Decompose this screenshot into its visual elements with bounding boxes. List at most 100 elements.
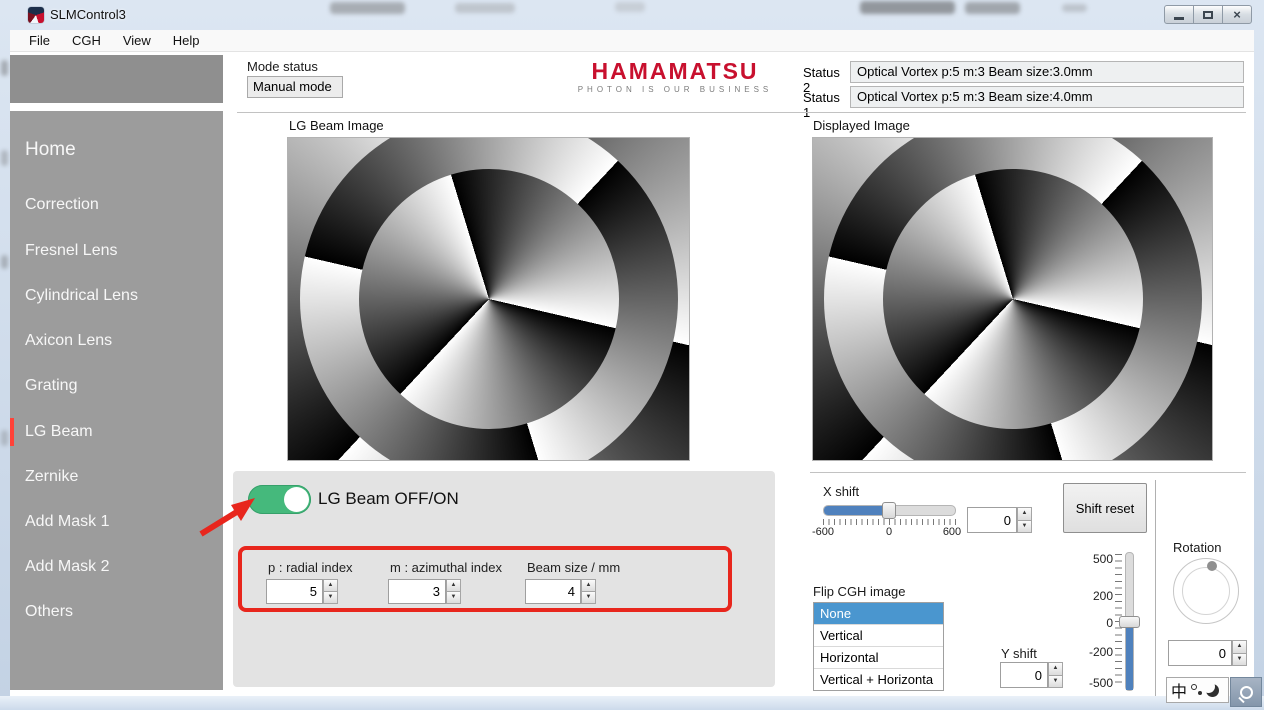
magnifier-button[interactable]: [1230, 677, 1262, 707]
vortex-inner-phase: [359, 169, 619, 429]
sidebar-item-correction[interactable]: Correction: [10, 191, 223, 219]
m-azimuthal-index-input[interactable]: [388, 579, 446, 604]
spin-up-icon[interactable]: ▲: [1048, 662, 1063, 676]
flip-option-vertical[interactable]: Vertical: [814, 625, 943, 647]
spin-down-icon[interactable]: ▼: [1048, 675, 1063, 689]
sidebar-item-fresnel-lens[interactable]: Fresnel Lens: [10, 237, 223, 265]
spin-down-icon[interactable]: ▼: [1232, 653, 1247, 667]
x-tick-min: -600: [805, 526, 841, 538]
sidebar-item-add-mask-1[interactable]: Add Mask 1: [10, 508, 223, 536]
beam-size-stepper[interactable]: ▲ ▼: [581, 579, 596, 604]
menu-file[interactable]: File: [18, 31, 61, 50]
spin-up-icon[interactable]: ▲: [1017, 507, 1032, 521]
x-tick-max: 600: [934, 526, 970, 538]
x-shift-input[interactable]: [967, 507, 1017, 533]
logo-tagline: PHOTON IS OUR BUSINESS: [563, 85, 787, 94]
ime-language-indicator[interactable]: 中: [1171, 678, 1187, 702]
sidebar-header-block: [10, 55, 223, 103]
sidebar-item-grating[interactable]: Grating: [10, 372, 223, 400]
spin-up-icon[interactable]: ▲: [1232, 640, 1247, 654]
flip-cgh-listbox[interactable]: None Vertical Horizontal Vertical + Hori…: [813, 602, 944, 691]
glass-blur-decoration: [1, 430, 8, 446]
flip-option-none[interactable]: None: [814, 603, 943, 625]
displayed-image-label: Displayed Image: [813, 118, 910, 133]
lg-beam-image-label: LG Beam Image: [289, 118, 384, 133]
shift-reset-button[interactable]: Shift reset: [1063, 483, 1147, 533]
vortex-inner-phase: [883, 169, 1143, 429]
x-shift-label: X shift: [823, 484, 859, 499]
sidebar-item-add-mask-2[interactable]: Add Mask 2: [10, 553, 223, 581]
ime-mode-icon[interactable]: [1191, 684, 1197, 690]
spin-down-icon[interactable]: ▼: [1017, 520, 1032, 534]
mode-status-label: Mode status: [247, 59, 318, 74]
y-shift-label: Y shift: [1001, 646, 1037, 661]
menu-view[interactable]: View: [112, 31, 162, 50]
p-radial-index-stepper[interactable]: ▲ ▼: [323, 579, 338, 604]
maximize-icon: [1203, 11, 1213, 19]
annotation-arrow: [193, 493, 263, 543]
ime-language-bar[interactable]: 中: [1166, 677, 1229, 703]
magnifier-handle: [1238, 696, 1244, 702]
displayed-image: [812, 137, 1213, 461]
rotation-label: Rotation: [1173, 540, 1221, 555]
main-content: Home Correction Fresnel Lens Cylindrical…: [10, 52, 1254, 696]
spin-down-icon[interactable]: ▼: [581, 591, 596, 604]
p-radial-index-label: p : radial index: [268, 560, 353, 575]
v-tick-200: 200: [1073, 589, 1113, 603]
y-shift-input[interactable]: [1000, 662, 1048, 688]
x-tick-zero: 0: [881, 526, 897, 538]
y-shift-slider-thumb[interactable]: [1119, 616, 1140, 628]
ime-dot-icon[interactable]: [1198, 691, 1202, 695]
glass-blur-decoration: [965, 2, 1020, 14]
m-azimuthal-index-stepper[interactable]: ▲ ▼: [446, 579, 461, 604]
menu-bar: File CGH View Help: [10, 30, 1254, 52]
menu-cgh[interactable]: CGH: [61, 31, 112, 50]
minimize-button[interactable]: [1164, 5, 1194, 24]
spin-down-icon[interactable]: ▼: [446, 591, 461, 604]
p-radial-index-input[interactable]: [266, 579, 323, 604]
menu-help[interactable]: Help: [162, 31, 211, 50]
beam-size-input[interactable]: [525, 579, 581, 604]
close-icon: ×: [1233, 8, 1241, 21]
sidebar-item-others[interactable]: Others: [10, 598, 223, 626]
sidebar-item-axicon-lens[interactable]: Axicon Lens: [10, 327, 223, 355]
status1-value: Optical Vortex p:5 m:3 Beam size:4.0mm: [850, 86, 1244, 108]
x-shift-stepper[interactable]: ▲ ▼: [1017, 507, 1032, 533]
flip-option-vertical-horizontal[interactable]: Vertical + Horizonta: [814, 669, 943, 691]
rotation-dial-knob[interactable]: [1207, 561, 1217, 571]
v-tick-500: 500: [1073, 552, 1113, 566]
beam-size-label: Beam size / mm: [527, 560, 620, 575]
ime-crescent-icon[interactable]: [1206, 684, 1219, 697]
controls-group-separator: [810, 472, 1246, 473]
y-shift-stepper[interactable]: ▲ ▼: [1048, 662, 1063, 688]
hamamatsu-logo: HAMAMATSU: [565, 58, 785, 85]
x-shift-slider-thumb[interactable]: [882, 502, 896, 519]
sidebar-item-home[interactable]: Home: [10, 136, 223, 164]
glass-blur-decoration: [455, 3, 515, 13]
v-tick-0: 0: [1073, 616, 1113, 630]
maximize-button[interactable]: [1193, 5, 1223, 24]
sidebar-item-lg-beam[interactable]: LG Beam: [10, 418, 223, 446]
glass-blur-decoration: [1, 150, 8, 166]
spin-down-icon[interactable]: ▼: [323, 591, 338, 604]
close-button[interactable]: ×: [1222, 5, 1252, 24]
glass-blur-decoration: [615, 2, 645, 12]
flip-cgh-label: Flip CGH image: [813, 584, 905, 599]
rotation-divider: [1155, 480, 1156, 696]
sidebar-item-zernike[interactable]: Zernike: [10, 463, 223, 491]
rotation-dial[interactable]: [1173, 558, 1239, 624]
y-shift-slider-fill: [1126, 628, 1133, 690]
window-controls: ×: [1165, 5, 1252, 24]
rotation-stepper[interactable]: ▲ ▼: [1232, 640, 1247, 666]
v-tick-neg200: -200: [1073, 645, 1113, 659]
window-bottom-border: [0, 696, 1264, 710]
flip-option-horizontal[interactable]: Horizontal: [814, 647, 943, 669]
status2-value: Optical Vortex p:5 m:3 Beam size:3.0mm: [850, 61, 1244, 83]
rotation-input[interactable]: [1168, 640, 1232, 666]
glass-blur-decoration: [860, 1, 955, 14]
lg-beam-image: [287, 137, 690, 461]
sidebar-item-cylindrical-lens[interactable]: Cylindrical Lens: [10, 282, 223, 310]
glass-blur-decoration: [1, 255, 8, 269]
magnifier-icon: [1240, 686, 1253, 699]
sidebar: Home Correction Fresnel Lens Cylindrical…: [10, 111, 223, 690]
